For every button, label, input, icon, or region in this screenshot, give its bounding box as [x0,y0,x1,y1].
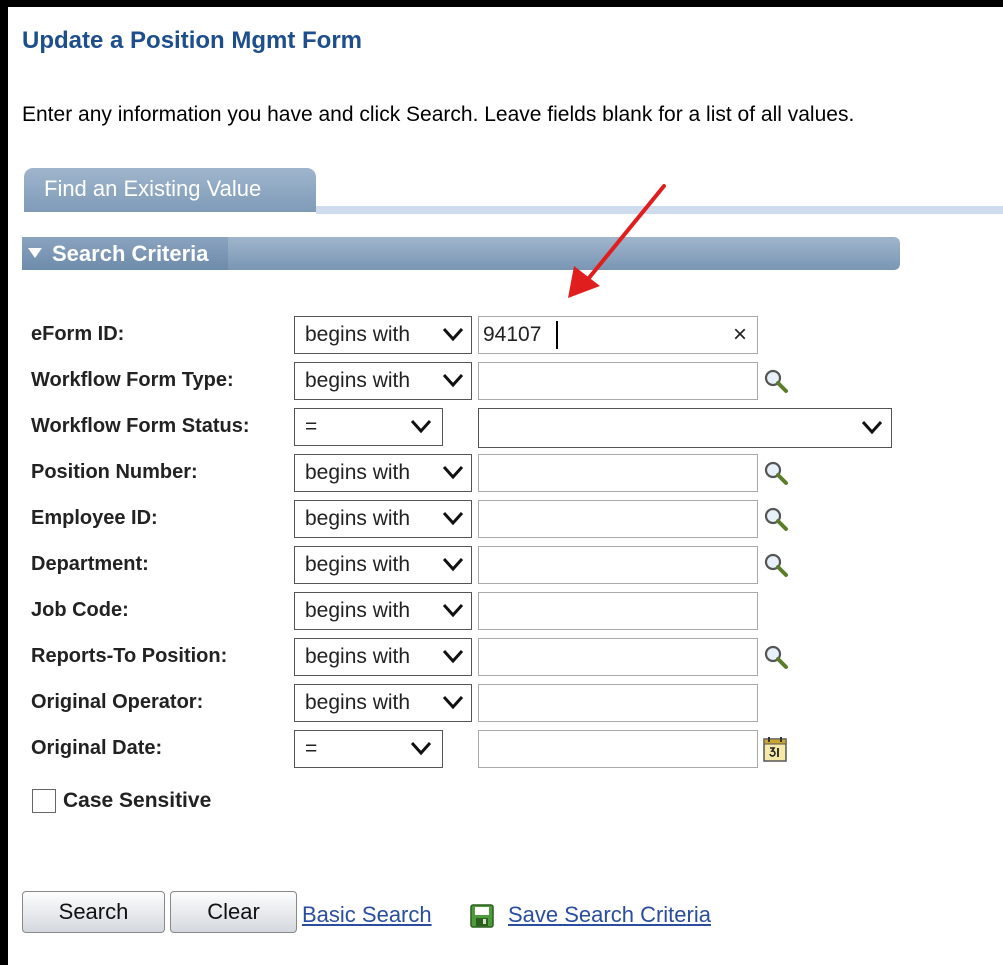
lookup-magnifier-icon[interactable] [762,643,790,671]
window-border-left [0,0,8,965]
tab-label: Find an Existing Value [44,176,262,201]
chevron-down-icon [442,511,464,526]
reports-to-position-label: Reports-To Position: [31,645,228,667]
chevron-down-icon [442,557,464,572]
search-instructions: Enter any information you have and click… [22,103,855,126]
workflow-form-type-label: Workflow Form Type: [31,369,234,391]
save-search-criteria-link[interactable]: Save Search Criteria [508,902,711,928]
chevron-down-icon [410,741,432,756]
text-cursor [556,321,558,349]
chevron-down-icon [442,649,464,664]
workflow-form-status-operator-select[interactable]: = [294,408,443,446]
chevron-down-icon [410,419,432,434]
search-button[interactable]: Search [22,891,165,933]
employee-id-operator-select[interactable]: begins with [294,500,472,538]
original-operator-operator-select[interactable]: begins with [294,684,472,722]
eform-id-operator-select[interactable]: begins with [294,316,472,354]
save-disk-icon[interactable] [470,904,494,928]
lookup-magnifier-icon[interactable] [762,505,790,533]
department-label: Department: [31,553,149,575]
position-number-operator-select[interactable]: begins with [294,454,472,492]
chevron-down-icon [442,373,464,388]
employee-id-label: Employee ID: [31,507,158,529]
position-number-label: Position Number: [31,461,198,483]
original-operator-input[interactable] [478,684,758,722]
workflow-form-type-operator-select[interactable]: begins with [294,362,472,400]
reports-to-position-operator-select[interactable]: begins with [294,638,472,676]
chevron-down-icon [442,327,464,342]
original-date-operator-select[interactable]: = [294,730,443,768]
clear-x-icon[interactable]: × [733,321,747,349]
job-code-input[interactable] [478,592,758,630]
workflow-form-type-input[interactable] [478,362,758,400]
calendar-icon[interactable] [763,736,787,762]
department-input[interactable] [478,546,758,584]
original-operator-label: Original Operator: [31,691,204,713]
department-operator-select[interactable]: begins with [294,546,472,584]
lookup-magnifier-icon[interactable] [762,367,790,395]
position-number-input[interactable] [478,454,758,492]
window-border-top [0,0,1003,7]
tab-find-existing-value[interactable]: Find an Existing Value [24,168,316,212]
job-code-label: Job Code: [31,599,129,621]
original-date-label: Original Date: [31,737,163,759]
original-date-input[interactable] [478,730,758,768]
collapse-triangle-icon[interactable] [28,248,42,258]
chevron-down-icon [442,603,464,618]
lookup-magnifier-icon[interactable] [762,551,790,579]
chevron-down-icon [861,420,883,435]
workflow-form-status-select[interactable] [478,408,892,448]
section-label: Search Criteria [52,241,209,266]
reports-to-position-input[interactable] [478,638,758,676]
page-title: Update a Position Mgmt Form [22,27,363,54]
eform-id-input[interactable]: 94107 × [478,316,758,354]
lookup-magnifier-icon[interactable] [762,459,790,487]
job-code-operator-select[interactable]: begins with [294,592,472,630]
basic-search-link[interactable]: Basic Search [302,902,432,928]
chevron-down-icon [442,465,464,480]
annotation-arrow-icon [568,184,666,298]
case-sensitive-label: Case Sensitive [63,789,212,812]
case-sensitive-checkbox[interactable] [32,789,56,813]
clear-button[interactable]: Clear [170,891,297,933]
search-criteria-header[interactable]: Search Criteria [22,237,900,270]
workflow-form-status-label: Workflow Form Status: [31,415,250,437]
eform-id-label: eForm ID: [31,323,125,345]
chevron-down-icon [442,695,464,710]
employee-id-input[interactable] [478,500,758,538]
